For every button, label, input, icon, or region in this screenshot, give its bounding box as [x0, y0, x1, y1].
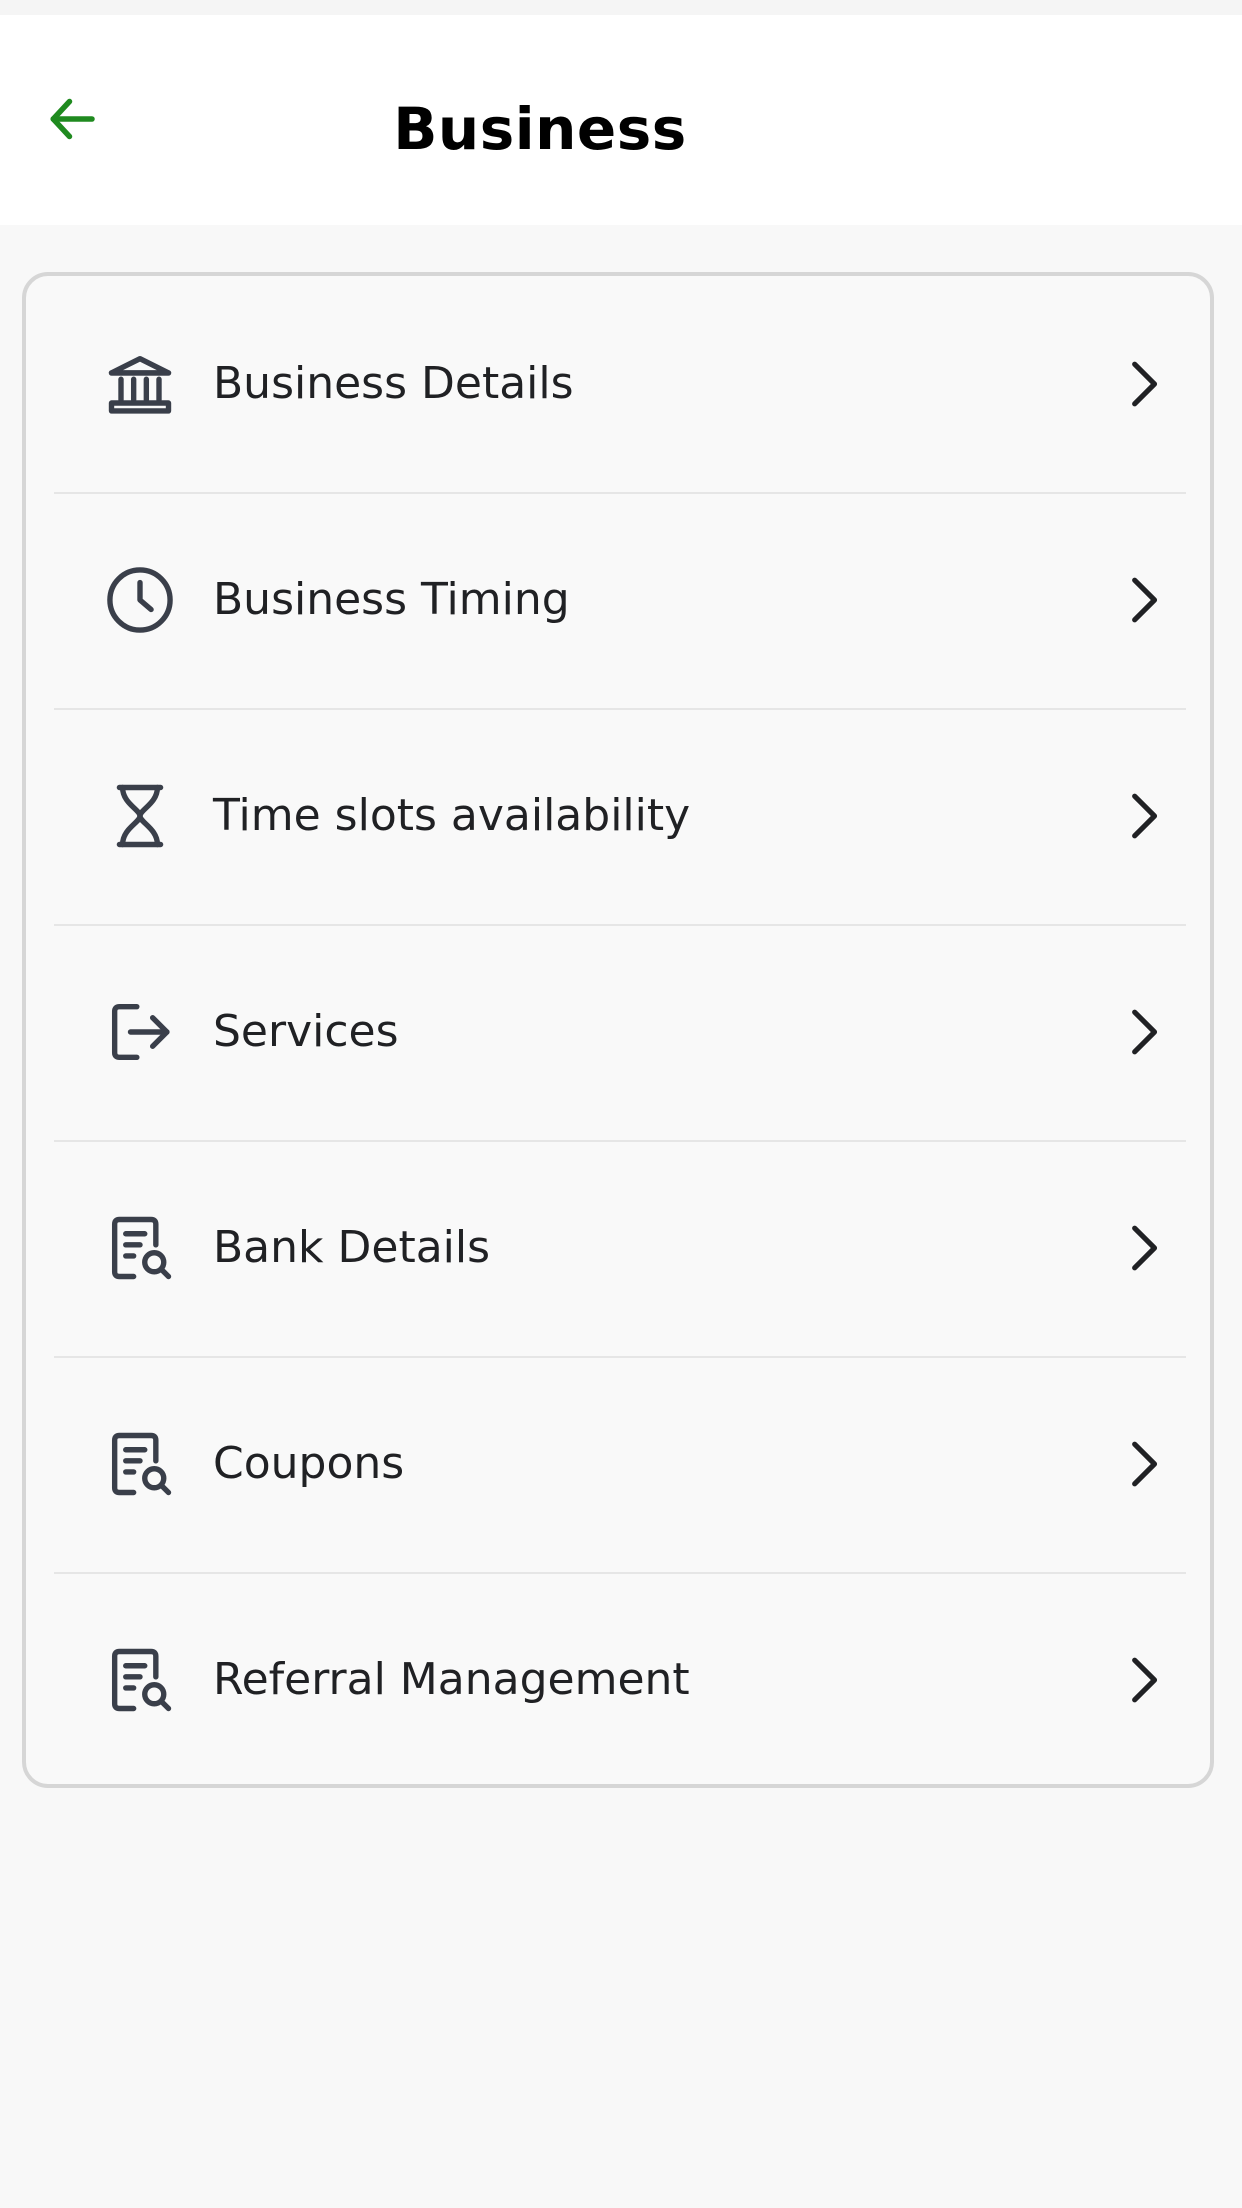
menu-item-label: Business Timing [213, 574, 570, 625]
hourglass-icon [102, 778, 178, 854]
menu-item-label: Services [213, 1006, 399, 1057]
menu-item-referral-management[interactable]: Referral Management [26, 1572, 1210, 1784]
menu-item-label: Coupons [213, 1438, 405, 1489]
document-search-icon [102, 1426, 178, 1502]
page-title: Business [393, 95, 687, 163]
menu-item-time-slots-availability[interactable]: Time slots availability [26, 708, 1210, 924]
logout-arrow-icon [102, 994, 178, 1070]
chevron-right-icon [1116, 572, 1172, 628]
menu-item-label: Business Details [213, 358, 574, 409]
app-header: Business [0, 15, 1242, 225]
status-bar [0, 0, 1242, 15]
bank-icon [102, 346, 178, 422]
document-search-icon [102, 1210, 178, 1286]
menu-item-label: Bank Details [213, 1222, 491, 1273]
clock-icon [102, 562, 178, 638]
menu-item-coupons[interactable]: Coupons [26, 1356, 1210, 1572]
menu-item-bank-details[interactable]: Bank Details [26, 1140, 1210, 1356]
chevron-right-icon [1116, 356, 1172, 412]
chevron-right-icon [1116, 1436, 1172, 1492]
document-search-icon [102, 1642, 178, 1718]
chevron-right-icon [1116, 1004, 1172, 1060]
chevron-right-icon [1116, 788, 1172, 844]
menu-item-label: Time slots availability [213, 790, 691, 841]
menu-item-business-timing[interactable]: Business Timing [26, 492, 1210, 708]
menu-item-label: Referral Management [213, 1654, 690, 1705]
chevron-right-icon [1116, 1652, 1172, 1708]
business-menu-card: Business Details Business Timing Time sl… [22, 272, 1214, 1788]
chevron-right-icon [1116, 1220, 1172, 1276]
menu-item-services[interactable]: Services [26, 924, 1210, 1140]
menu-item-business-details[interactable]: Business Details [26, 276, 1210, 492]
